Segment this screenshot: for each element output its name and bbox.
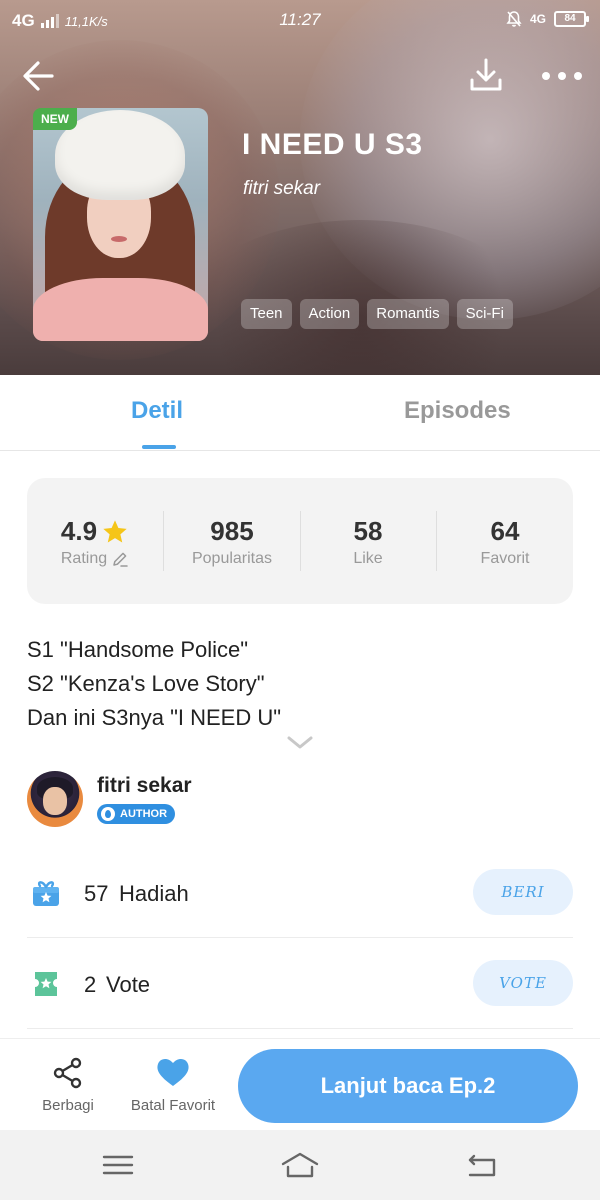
cover-illustration xyxy=(111,236,127,242)
popularity-label: Popularitas xyxy=(191,550,273,567)
like-value: 58 xyxy=(353,516,383,546)
gift-label: Hadiah xyxy=(119,881,189,906)
author-badge-label: AUTHOR xyxy=(120,808,168,820)
cover-illustration xyxy=(33,278,208,341)
book-description: S1 "Handsome Police" S2 "Kenza's Love St… xyxy=(27,633,281,735)
tab-episodes[interactable]: Episodes xyxy=(404,397,511,425)
description-line: S1 "Handsome Police" xyxy=(27,637,249,662)
active-tab-indicator xyxy=(142,445,176,449)
description-line: Dan ini S3nya "I NEED U" xyxy=(27,705,282,730)
gift-icon xyxy=(33,881,59,906)
star-icon xyxy=(103,519,127,542)
author-avatar[interactable] xyxy=(27,771,83,827)
description-line: S2 "Kenza's Love Story" xyxy=(27,671,265,696)
new-badge: NEW xyxy=(33,108,77,130)
rating-value-row: 4.9 xyxy=(27,516,163,547)
battery-icon: 84 xyxy=(554,11,589,27)
gift-count: 57 xyxy=(84,881,109,906)
author-name[interactable]: fitri sekar xyxy=(97,774,192,798)
chevron-down-icon[interactable] xyxy=(286,734,314,752)
genre-tags: Teen Action Romantis Sci-Fi xyxy=(241,299,513,329)
return-icon[interactable] xyxy=(462,1150,502,1180)
popularity-value: 985 xyxy=(210,516,254,546)
share-button[interactable]: Berbagi xyxy=(28,1053,108,1123)
pencil-icon[interactable] xyxy=(111,550,129,568)
download-icon[interactable] xyxy=(466,56,506,96)
rating-label: Rating xyxy=(60,550,108,567)
tab-detil[interactable]: Detil xyxy=(131,397,183,425)
arrow-left-icon[interactable] xyxy=(18,56,58,96)
bell-off-icon xyxy=(506,11,522,27)
vote-button[interactable]: VOTE xyxy=(473,960,573,1006)
book-author[interactable]: fitri sekar xyxy=(243,178,320,200)
stat-favorite: 64 Favorit xyxy=(437,478,573,604)
bottom-action-bar: Berbagi Batal Favorit Lanjut baca Ep.2 xyxy=(0,1038,600,1130)
rating-label-row: Rating xyxy=(27,550,163,568)
rating-value: 4.9 xyxy=(60,516,98,546)
share-label: Berbagi xyxy=(42,1097,94,1114)
favorite-label: Batal Favorit xyxy=(130,1097,216,1114)
heart-icon xyxy=(157,1058,189,1086)
genre-tag[interactable]: Teen xyxy=(241,299,292,329)
home-icon[interactable] xyxy=(280,1150,320,1180)
vote-label: Vote xyxy=(106,972,151,997)
more-dots-icon[interactable] xyxy=(538,62,586,90)
favorite-label: Favorit xyxy=(480,550,530,567)
book-header: 4G 11,1K/s 11:27 4G 84 NEW I NEED U S3 f… xyxy=(0,0,600,375)
stat-like: 58 Like xyxy=(300,478,436,604)
avatar-illustration xyxy=(43,787,67,815)
like-label: Like xyxy=(353,550,383,567)
give-gift-button[interactable]: BERI xyxy=(473,869,573,915)
gift-row: 57 Hadiah BERI xyxy=(27,848,573,938)
ticket-icon xyxy=(35,972,57,996)
stat-popularity: 985 Popularitas xyxy=(164,478,300,604)
author-badge: AUTHOR xyxy=(97,804,176,824)
stat-rating[interactable]: 4.9 Rating xyxy=(27,478,163,604)
vote-count: 2 xyxy=(84,972,97,997)
network-label-right: 4G xyxy=(529,12,546,26)
genre-tag[interactable]: Action xyxy=(299,299,360,329)
book-title: I NEED U S3 xyxy=(242,128,423,161)
status-bar: 4G 11,1K/s 11:27 4G 84 xyxy=(0,0,600,40)
detail-tabs: Detil Episodes xyxy=(0,375,600,451)
stats-card: 4.9 Rating 985 Popularitas 58 Like 64 Fa… xyxy=(27,478,573,604)
continue-reading-button[interactable]: Lanjut baca Ep.2 xyxy=(238,1049,578,1123)
vote-row: 2 Vote VOTE xyxy=(27,939,573,1029)
genre-tag[interactable]: Romantis xyxy=(367,299,449,329)
system-navigation-bar xyxy=(0,1130,600,1200)
status-right: 4G 84 xyxy=(506,10,589,28)
book-cover[interactable] xyxy=(33,108,208,341)
share-icon xyxy=(53,1057,82,1089)
unfavorite-button[interactable]: Batal Favorit xyxy=(120,1053,226,1123)
favorite-value: 64 xyxy=(490,516,520,546)
menu-icon[interactable] xyxy=(98,1150,138,1180)
genre-tag[interactable]: Sci-Fi xyxy=(456,299,513,329)
author-badge-icon xyxy=(101,807,115,821)
